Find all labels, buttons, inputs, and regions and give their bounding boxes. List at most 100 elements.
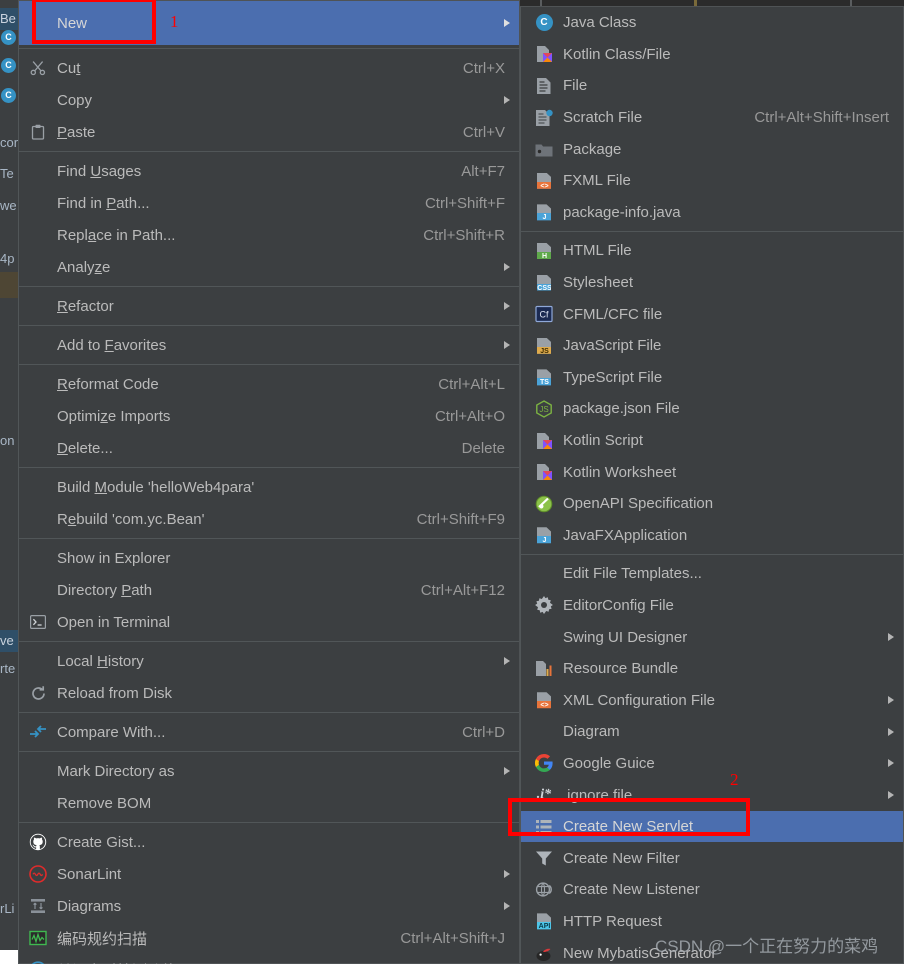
menu-item-reformat-code[interactable]: Reformat Code Ctrl+Alt+L: [19, 368, 519, 400]
submenu-item-package-info-java[interactable]: J package-info.java: [521, 197, 903, 229]
project-tree-sliver[interactable]: Be C C C cor Te we 4p on ve rte rLi: [0, 0, 18, 964]
menu-separator: [19, 364, 519, 365]
java-class-icon: C: [534, 13, 554, 33]
menu-item-add-to-favorites[interactable]: Add to Favorites: [19, 329, 519, 361]
submenu-item-javascript-file[interactable]: JS JavaScript File: [521, 330, 903, 362]
menu-item-reload-from-disk[interactable]: Reload from Disk: [19, 677, 519, 709]
chevron-right-icon: [888, 791, 894, 800]
tree-item-1[interactable]: C: [0, 30, 18, 52]
context-menu[interactable]: New Cut Ctrl+X Copy Paste Ctrl+V Find Us…: [18, 0, 520, 964]
gear-icon: [534, 595, 554, 615]
menu-item-directory-path[interactable]: Directory Path Ctrl+Alt+F12: [19, 574, 519, 606]
tree-item-3[interactable]: C: [0, 88, 18, 110]
submenu-item-java-class[interactable]: C Java Class: [521, 7, 903, 39]
java-file-icon: J: [534, 202, 554, 222]
tree-item-9[interactable]: on: [0, 430, 18, 452]
submenu-item-package[interactable]: Package: [521, 133, 903, 165]
submenu-item-ignore-file[interactable]: .i* .ignore file: [521, 779, 903, 811]
menu-item-new[interactable]: New: [19, 1, 519, 45]
kotlin-file-icon: [534, 44, 554, 64]
menu-item-paste[interactable]: Paste Ctrl+V: [19, 116, 519, 148]
menu-item-label: HTML File: [563, 242, 632, 260]
menu-item-replace-in-path[interactable]: Replace in Path... Ctrl+Shift+R: [19, 219, 519, 251]
menu-item-label: Delete...: [57, 439, 113, 457]
menu-item-code-scan[interactable]: 编码规约扫描 Ctrl+Alt+Shift+J: [19, 922, 519, 954]
menu-item-label: HTTP Request: [563, 912, 662, 930]
menu-item-show-in-explorer[interactable]: Show in Explorer: [19, 542, 519, 574]
submenu-item-xml-configuration-file[interactable]: <> XML Configuration File: [521, 684, 903, 716]
menu-item-label: Swing UI Designer: [563, 628, 688, 646]
submenu-item-resource-bundle[interactable]: Resource Bundle: [521, 653, 903, 685]
submenu-item-package-json-file[interactable]: JS package.json File: [521, 393, 903, 425]
menu-item-label: SonarLint: [57, 865, 122, 883]
submenu-item-openapi-specification[interactable]: OpenAPI Specification: [521, 488, 903, 520]
tree-item-13[interactable]: rLi: [0, 898, 18, 920]
new-submenu[interactable]: C Java Class Kotlin Class/File File Scra…: [520, 6, 904, 964]
compare-icon: [29, 723, 47, 741]
ts-file-icon: TS: [534, 367, 554, 387]
menu-item-local-history[interactable]: Local History: [19, 645, 519, 677]
menu-item-optimize-imports[interactable]: Optimize Imports Ctrl+Alt+O: [19, 400, 519, 432]
submenu-item-google-guice[interactable]: Google Guice: [521, 748, 903, 780]
menu-item-open-in-terminal[interactable]: Open in Terminal: [19, 606, 519, 638]
submenu-item-kotlin-class-file[interactable]: Kotlin Class/File: [521, 39, 903, 71]
menu-item-create-gist[interactable]: Create Gist...: [19, 826, 519, 858]
menu-item-refactor[interactable]: Refactor: [19, 290, 519, 322]
tree-item-label: on: [0, 433, 15, 448]
submenu-item-diagram[interactable]: Diagram: [521, 716, 903, 748]
submenu-item-create-new-servlet[interactable]: Create New Servlet: [521, 810, 903, 843]
submenu-item-typescript-file[interactable]: TS TypeScript File: [521, 362, 903, 394]
menu-item-label: 关闭实时检测功能: [57, 960, 177, 964]
menu-item-find-usages[interactable]: Find Usages Alt+F7: [19, 155, 519, 187]
tree-item-6[interactable]: we: [0, 195, 18, 217]
submenu-item-kotlin-script[interactable]: Kotlin Script: [521, 425, 903, 457]
menu-item-cut[interactable]: Cut Ctrl+X: [19, 52, 519, 84]
tree-item-label: Te: [0, 166, 14, 181]
menu-item-analyze[interactable]: Analyze: [19, 251, 519, 283]
menu-item-label: OpenAPI Specification: [563, 495, 714, 513]
menu-item-compare-with[interactable]: Compare With... Ctrl+D: [19, 716, 519, 748]
submenu-item-create-new-filter[interactable]: Create New Filter: [521, 842, 903, 874]
submenu-item-editorconfig-file[interactable]: EditorConfig File: [521, 590, 903, 622]
submenu-item-stylesheet[interactable]: CSS Stylesheet: [521, 267, 903, 299]
submenu-item-kotlin-worksheet[interactable]: Kotlin Worksheet: [521, 456, 903, 488]
menu-item-remove-bom[interactable]: Remove BOM: [19, 787, 519, 819]
menu-item-build-module[interactable]: Build Module 'helloWeb4para': [19, 471, 519, 503]
menu-item-label: Reformat Code: [57, 375, 159, 393]
menu-item-rebuild[interactable]: Rebuild 'com.yc.Bean' Ctrl+Shift+F9: [19, 503, 519, 535]
menu-item-label: Kotlin Worksheet: [563, 463, 677, 481]
tree-item-4[interactable]: cor: [0, 132, 18, 154]
clipboard-icon: [29, 123, 47, 141]
menu-item-accel: Ctrl+Shift+F9: [416, 510, 505, 528]
tree-item-7[interactable]: 4p: [0, 248, 18, 270]
menu-item-find-in-path[interactable]: Find in Path... Ctrl+Shift+F: [19, 187, 519, 219]
menu-separator: [19, 712, 519, 713]
menu-item-copy[interactable]: Copy: [19, 84, 519, 116]
tree-item-8[interactable]: [0, 272, 18, 298]
tree-item-5[interactable]: Te: [0, 163, 18, 185]
submenu-item-edit-file-templates[interactable]: Edit File Templates...: [521, 558, 903, 590]
submenu-item-swing-ui-designer[interactable]: Swing UI Designer: [521, 621, 903, 653]
menu-item-diagrams[interactable]: Diagrams: [19, 890, 519, 922]
github-icon: [29, 833, 47, 851]
menu-separator: [19, 467, 519, 468]
css-file-icon: CSS: [534, 273, 554, 293]
tree-item-12[interactable]: rte: [0, 658, 18, 680]
tree-item-11[interactable]: ve: [0, 630, 18, 652]
submenu-item-scratch-file[interactable]: Scratch File Ctrl+Alt+Shift+Insert: [521, 102, 903, 134]
menu-item-sonarlint[interactable]: SonarLint: [19, 858, 519, 890]
annotation-marker-2: 2: [730, 770, 739, 789]
submenu-item-fxml-file[interactable]: <> FXML File: [521, 165, 903, 197]
menu-item-disable-realtime-detection[interactable]: 关闭实时检测功能: [19, 954, 519, 964]
tree-item-2[interactable]: C: [0, 58, 18, 80]
submenu-item-javafx-application[interactable]: J JavaFXApplication: [521, 520, 903, 552]
submenu-item-cfml-cfc-file[interactable]: Cf CFML/CFC file: [521, 298, 903, 330]
tree-item-0[interactable]: Be: [0, 8, 18, 30]
submenu-item-file[interactable]: File: [521, 70, 903, 102]
menu-item-delete[interactable]: Delete... Delete: [19, 432, 519, 464]
menu-item-mark-directory-as[interactable]: Mark Directory as: [19, 755, 519, 787]
menu-item-accel: Ctrl+Alt+Shift+Insert: [754, 109, 889, 127]
submenu-item-html-file[interactable]: H HTML File: [521, 235, 903, 267]
submenu-item-create-new-listener[interactable]: Create New Listener: [521, 874, 903, 906]
menu-item-label: Remove BOM: [57, 794, 152, 812]
